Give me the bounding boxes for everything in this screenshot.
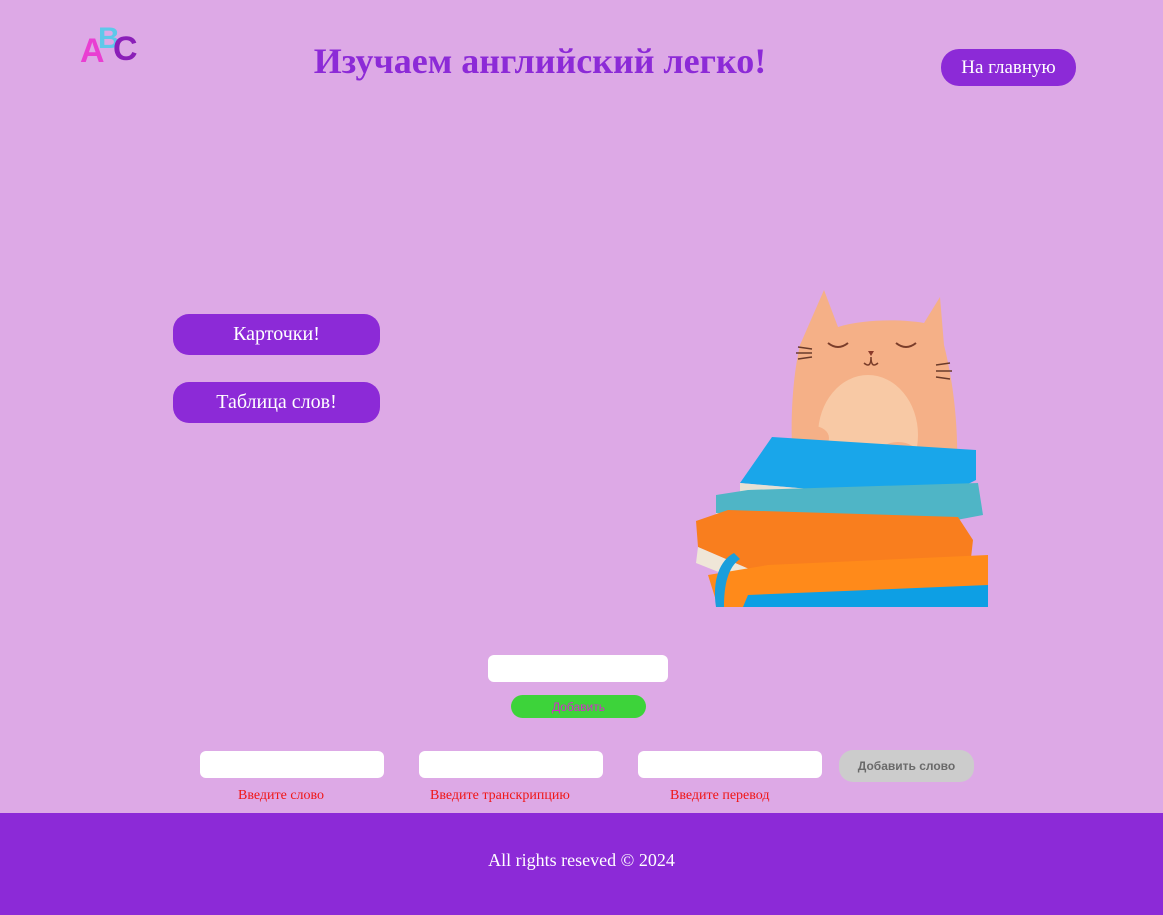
add-word-button[interactable]: Добавить слово: [839, 750, 974, 782]
copyright-text: All rights reseved © 2024: [488, 850, 675, 870]
translation-hint: Введите перевод: [670, 788, 770, 803]
quick-add-input[interactable]: [488, 655, 668, 682]
transcription-hint: Введите транскрипцию: [430, 788, 570, 803]
home-button[interactable]: На главную: [941, 49, 1076, 86]
footer: All rights reseved © 2024: [0, 813, 1163, 915]
transcription-field[interactable]: [419, 751, 603, 778]
word-field[interactable]: [200, 751, 384, 778]
cards-button[interactable]: Карточки!: [173, 314, 380, 355]
add-button[interactable]: Добавить: [511, 695, 646, 718]
word-hint: Введите слово: [238, 788, 325, 803]
translation-field[interactable]: [638, 751, 822, 778]
cat-on-books-icon: [688, 285, 988, 607]
word-table-button[interactable]: Таблица слов!: [173, 382, 380, 423]
page-title: Изучаем английский легко!: [313, 41, 767, 81]
